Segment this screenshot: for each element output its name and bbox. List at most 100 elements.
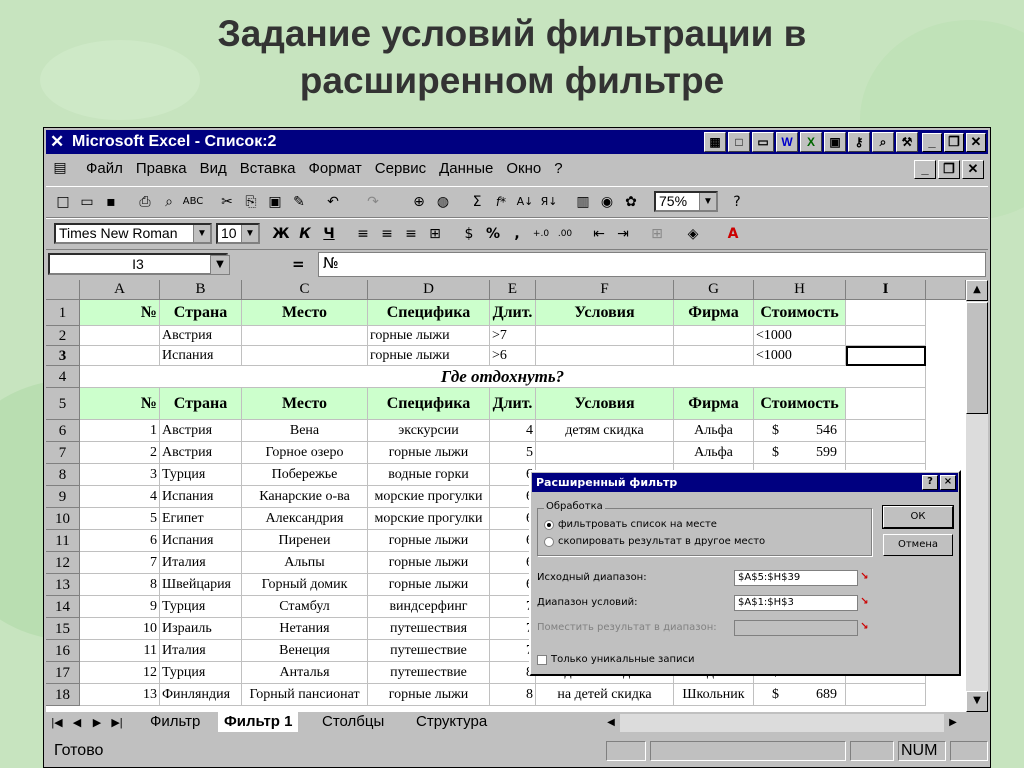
row-header[interactable]: 10 bbox=[46, 508, 80, 530]
data-cell[interactable]: горные лыжи bbox=[368, 574, 490, 596]
menu-tools[interactable]: Сервис bbox=[375, 160, 426, 177]
data-cell[interactable]: путешествие bbox=[368, 640, 490, 662]
row-header[interactable]: 16 bbox=[46, 640, 80, 662]
zoom-select[interactable]: 75% ▼ bbox=[654, 191, 718, 212]
font-color-icon[interactable]: A bbox=[722, 223, 744, 245]
italic-button[interactable]: К bbox=[294, 223, 316, 245]
open-icon[interactable]: ▭ bbox=[76, 191, 98, 213]
open-folder-icon[interactable]: ▭ bbox=[752, 132, 774, 152]
save-icon[interactable]: ▪ bbox=[100, 191, 122, 213]
header-cell[interactable]: Стоимость bbox=[754, 300, 846, 326]
new-icon[interactable]: □ bbox=[52, 191, 74, 213]
cell[interactable] bbox=[846, 326, 926, 346]
data-cell[interactable]: 13 bbox=[80, 684, 160, 706]
font-size-select[interactable]: 10 ▼ bbox=[216, 223, 260, 244]
row-header[interactable]: 13 bbox=[46, 574, 80, 596]
row-header[interactable]: 3 bbox=[46, 346, 80, 366]
header-cell[interactable]: Специфика bbox=[368, 300, 490, 326]
increase-decimal-icon[interactable]: +.0 bbox=[530, 223, 552, 245]
data-cell[interactable]: водные горки bbox=[368, 464, 490, 486]
map-icon[interactable]: ◉ bbox=[596, 191, 618, 213]
office-assistant-icon[interactable]: ? bbox=[726, 191, 748, 213]
data-cell[interactable]: Турция bbox=[160, 464, 242, 486]
scroll-up-icon[interactable]: ▲ bbox=[966, 280, 988, 301]
data-cell[interactable]: горные лыжи bbox=[368, 530, 490, 552]
header-cell[interactable]: Специфика bbox=[368, 388, 490, 420]
chart-wizard-icon[interactable]: ▥ bbox=[572, 191, 594, 213]
menu-view[interactable]: Вид bbox=[200, 160, 227, 177]
chevron-down-icon[interactable]: ▼ bbox=[699, 193, 716, 210]
cut-icon[interactable]: ✂ bbox=[216, 191, 238, 213]
data-cell[interactable]: 4 bbox=[80, 486, 160, 508]
data-cell[interactable]: 2 bbox=[80, 442, 160, 464]
scroll-thumb[interactable] bbox=[966, 302, 988, 414]
data-cell[interactable]: Италия bbox=[160, 552, 242, 574]
word-icon[interactable]: W bbox=[776, 132, 798, 152]
cell[interactable] bbox=[674, 326, 754, 346]
align-left-icon[interactable]: ≡ bbox=[352, 223, 374, 245]
data-cell[interactable]: Испания bbox=[160, 530, 242, 552]
column-header[interactable]: I bbox=[846, 280, 926, 300]
data-cell[interactable]: Вена bbox=[242, 420, 368, 442]
criteria-cell[interactable]: <1000 bbox=[754, 346, 846, 366]
row-header[interactable]: 7 bbox=[46, 442, 80, 464]
data-cell[interactable]: Побережье bbox=[242, 464, 368, 486]
borders-icon[interactable]: ⊞ bbox=[646, 223, 668, 245]
merge-center-icon[interactable]: ⊞ bbox=[424, 223, 446, 245]
data-cell[interactable]: Александрия bbox=[242, 508, 368, 530]
row-header[interactable]: 17 bbox=[46, 662, 80, 684]
drawing-icon[interactable]: ✿ bbox=[620, 191, 642, 213]
formula-equals[interactable]: = bbox=[292, 255, 305, 273]
column-header[interactable]: D bbox=[368, 280, 490, 300]
header-cell[interactable]: Длит. bbox=[490, 388, 536, 420]
sheet-tab-structure[interactable]: Структура bbox=[410, 712, 493, 732]
copy-to-input[interactable] bbox=[734, 620, 858, 636]
data-cell[interactable]: Нетания bbox=[242, 618, 368, 640]
data-cell[interactable]: Альфа bbox=[674, 442, 754, 464]
data-cell[interactable]: Австрия bbox=[160, 420, 242, 442]
spellcheck-icon[interactable]: ABC bbox=[182, 191, 204, 213]
column-header[interactable]: H bbox=[754, 280, 846, 300]
header-cell[interactable]: Страна bbox=[160, 388, 242, 420]
data-cell[interactable]: 7 bbox=[80, 552, 160, 574]
data-cell[interactable]: 5 bbox=[490, 442, 536, 464]
format-painter-icon[interactable]: ✎ bbox=[288, 191, 310, 213]
data-cell[interactable]: Анталья bbox=[242, 662, 368, 684]
row-header[interactable]: 9 bbox=[46, 486, 80, 508]
row-header[interactable]: 8 bbox=[46, 464, 80, 486]
criteria-cell[interactable]: Австрия bbox=[160, 326, 242, 346]
menu-window[interactable]: Окно bbox=[506, 160, 541, 177]
currency-icon[interactable]: $ bbox=[458, 223, 480, 245]
dialog-titlebar[interactable]: Расширенный фильтр ? × bbox=[532, 473, 958, 492]
row-header[interactable]: 2 bbox=[46, 326, 80, 346]
powerpoint-icon[interactable]: ▣ bbox=[824, 132, 846, 152]
copy-to-location-radio[interactable]: скопировать результат в другое место bbox=[544, 536, 765, 547]
minimize-button[interactable]: _ bbox=[922, 133, 942, 152]
cell[interactable] bbox=[536, 346, 674, 366]
data-cell[interactable]: Египет bbox=[160, 508, 242, 530]
data-cell[interactable]: Турция bbox=[160, 596, 242, 618]
header-cell[interactable]: Место bbox=[242, 300, 368, 326]
increase-indent-icon[interactable]: ⇥ bbox=[612, 223, 634, 245]
data-cell[interactable]: $599 bbox=[754, 442, 846, 464]
row-header[interactable]: 6 bbox=[46, 420, 80, 442]
hyperlink-icon[interactable]: ⊕ bbox=[408, 191, 430, 213]
data-cell[interactable] bbox=[536, 442, 674, 464]
header-cell[interactable]: Длит. bbox=[490, 300, 536, 326]
paste-icon[interactable]: ▣ bbox=[264, 191, 286, 213]
prev-sheet-icon[interactable]: ◀ bbox=[68, 714, 86, 732]
data-cell[interactable]: 10 bbox=[80, 618, 160, 640]
menu-file[interactable]: Файл bbox=[86, 160, 123, 177]
row-header[interactable]: 14 bbox=[46, 596, 80, 618]
row-header[interactable]: 1 bbox=[46, 300, 80, 326]
chevron-down-icon[interactable]: ▼ bbox=[241, 225, 258, 242]
cell[interactable] bbox=[846, 442, 926, 464]
data-cell[interactable]: 8 bbox=[80, 574, 160, 596]
undo-icon[interactable]: ↶ bbox=[322, 191, 344, 213]
chevron-down-icon[interactable]: ▼ bbox=[193, 225, 210, 242]
row-header[interactable]: 18 bbox=[46, 684, 80, 706]
cell[interactable] bbox=[536, 326, 674, 346]
data-cell[interactable]: горные лыжи bbox=[368, 552, 490, 574]
data-cell[interactable]: Горное озеро bbox=[242, 442, 368, 464]
print-preview-icon[interactable]: ⌕ bbox=[158, 191, 180, 213]
